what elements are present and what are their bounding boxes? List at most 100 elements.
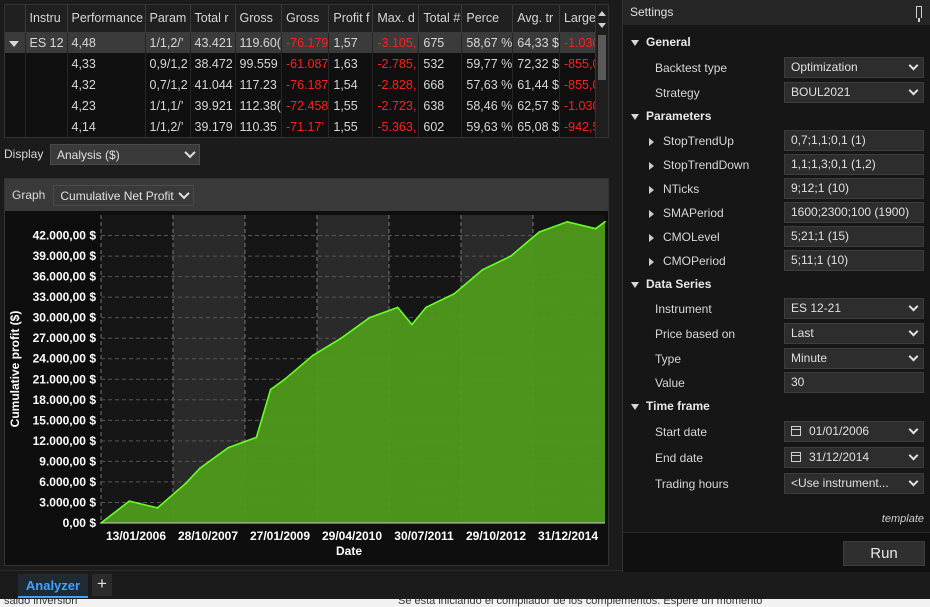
- table-cell: 1/1,2/’: [145, 116, 191, 137]
- run-button[interactable]: Run: [843, 541, 925, 566]
- table-cell: [25, 95, 68, 116]
- table-cell: 39.921: [190, 95, 236, 116]
- data-point: [184, 482, 187, 485]
- expand-icon[interactable]: [649, 137, 654, 146]
- expand-icon[interactable]: [649, 257, 654, 266]
- collapse-icon[interactable]: [631, 403, 639, 410]
- table-row[interactable]: ES 12 4,48 1/1,2/’ 43.421 119.60(-76.179 1,57…: [5, 32, 608, 53]
- column-header[interactable]: Profit f: [328, 5, 374, 33]
- expand-icon[interactable]: [649, 209, 654, 218]
- table-cell: -71.17’: [281, 116, 330, 137]
- column-header[interactable]: Param: [145, 5, 191, 33]
- chevron-down-icon: [908, 424, 919, 435]
- end-date-picker[interactable]: 31/12/2014: [784, 447, 924, 468]
- group-data-series[interactable]: Data Series: [623, 273, 930, 297]
- value-input[interactable]: 30: [784, 372, 924, 393]
- start-date-picker[interactable]: 01/01/2006: [784, 421, 924, 442]
- param-value-field[interactable]: 1,1;1,3;0,1 (1,2): [784, 154, 924, 175]
- group-time-frame[interactable]: Time frame: [623, 395, 930, 419]
- expand-icon[interactable]: [649, 185, 654, 194]
- table-cell: 0,7/1,2: [145, 74, 191, 95]
- column-header[interactable]: Performance: [67, 5, 146, 33]
- table-row[interactable]: 4,23 1/1,1/’ 39.921 112.38(-72.458 1,55 -2.72…: [5, 95, 608, 116]
- cumulative-profit-chart: 0,00 $ 3.000,00 $ 6.000,00 $ 9.000,00 $ 12.0…: [8, 215, 606, 558]
- backtest-type-label: Backtest type: [655, 61, 728, 75]
- x-tick-label: 29/04/2010: [322, 529, 382, 543]
- column-header[interactable]: Gross: [235, 5, 282, 33]
- column-header[interactable]: Instru: [25, 5, 68, 33]
- table-cell: -2.828,: [372, 74, 420, 95]
- column-header[interactable]: Avg. tr: [512, 5, 560, 33]
- group-parameters[interactable]: Parameters: [623, 105, 930, 129]
- column-header[interactable]: Perce: [461, 5, 514, 33]
- table-row[interactable]: 4,14 1/1,2/’ 39.179 110.35 -71.17’ 1,55 -5.363…: [5, 116, 608, 137]
- table-cell: 1,54: [328, 74, 374, 95]
- data-point: [538, 231, 540, 233]
- graph-select[interactable]: Cumulative Net Profit: [53, 184, 195, 206]
- table-cell: 4,33: [67, 53, 146, 74]
- table-cell: 58,67 %: [461, 32, 514, 53]
- collapse-icon[interactable]: [631, 281, 639, 288]
- template-link[interactable]: template: [882, 513, 924, 525]
- backtest-type-select[interactable]: Optimization: [784, 57, 924, 78]
- table-row[interactable]: 4,33 0,9/1,2 38.472 99.559 -61.087 1,63 -2.785…: [5, 53, 608, 74]
- trading-hours-select[interactable]: <Use instrument...: [784, 473, 924, 494]
- add-tab-button[interactable]: +: [92, 574, 112, 596]
- price-based-on-row: Price based on Last: [623, 322, 930, 346]
- expand-icon[interactable]: [649, 161, 654, 170]
- param-label: CMOPeriod: [663, 254, 726, 268]
- price-based-on-select[interactable]: Last: [784, 323, 924, 344]
- param-value-field[interactable]: 1600;2300;100 (1900): [784, 202, 924, 223]
- x-tick-label: 31/12/2014: [538, 529, 598, 543]
- param-name: StopTrendUp: [649, 134, 734, 148]
- settings-panel: Settings General Backtest type Optimizat…: [622, 0, 930, 572]
- data-point: [283, 378, 286, 381]
- table-cell: -2.785,: [372, 53, 420, 74]
- data-point: [396, 306, 399, 309]
- type-select[interactable]: Minute: [784, 348, 924, 369]
- param-value-field[interactable]: 9;12;1 (10): [784, 178, 924, 199]
- table-cell: -3.105,: [372, 32, 420, 53]
- strategy-select[interactable]: BOUL2021: [784, 82, 924, 103]
- table-cell: 43.421: [190, 32, 236, 53]
- collapse-icon[interactable]: [9, 40, 19, 47]
- collapse-icon[interactable]: [631, 113, 639, 120]
- table-cell: 119.60(: [235, 32, 282, 53]
- table-cell: 99.559: [235, 53, 282, 74]
- scroll-up-icon[interactable]: [598, 11, 606, 16]
- results-grid[interactable]: Instru Performance Param Total r Gross G…: [4, 4, 609, 138]
- column-header[interactable]: Total #: [418, 5, 463, 33]
- column-header[interactable]: Max. d: [372, 5, 420, 33]
- param-value-field[interactable]: 0,7;1,1;0,1 (1): [784, 130, 924, 151]
- table-cell: 602: [418, 116, 463, 137]
- column-header[interactable]: Total r: [190, 5, 236, 33]
- group-general[interactable]: General: [623, 31, 930, 55]
- param-label: CMOLevel: [663, 230, 720, 244]
- group-parameters-label: Parameters: [646, 109, 712, 123]
- scroll-down-icon[interactable]: [598, 23, 606, 28]
- y-tick-label: 24.000,00 $: [33, 352, 97, 366]
- table-scrollbar[interactable]: [595, 5, 608, 137]
- table-row[interactable]: 4,32 0,7/1,2 41.044 117.23 -76.187 1,54 -2.828…: [5, 74, 608, 95]
- scroll-thumb[interactable]: [598, 35, 606, 80]
- y-tick-label: 42.000,00 $: [33, 229, 97, 243]
- type-row: Type Minute: [623, 347, 930, 371]
- param-value-field[interactable]: 5;11;1 (10): [784, 250, 924, 271]
- row-expander[interactable]: [5, 32, 26, 53]
- instrument-select[interactable]: ES 12-21: [784, 298, 924, 319]
- pin-icon[interactable]: [916, 6, 922, 22]
- status-text-center: Se está iniciando el compilador de los c…: [398, 599, 763, 607]
- column-header[interactable]: Gross: [281, 5, 330, 33]
- param-value-field[interactable]: 5;21;1 (15): [784, 226, 924, 247]
- display-select[interactable]: Analysis ($): [50, 143, 200, 165]
- y-tick-label: 21.000,00 $: [33, 372, 97, 386]
- table-cell: 112.38(: [235, 95, 282, 116]
- table-cell: 62,57 $: [512, 95, 560, 116]
- table-cell: 4,14: [67, 116, 146, 137]
- tab-analyzer[interactable]: Analyzer: [18, 574, 88, 598]
- collapse-icon[interactable]: [631, 39, 639, 46]
- y-tick-label: 15.000,00 $: [33, 413, 97, 427]
- table-cell: 1,55: [328, 116, 374, 137]
- group-general-label: General: [646, 35, 691, 49]
- expand-icon[interactable]: [649, 233, 654, 242]
